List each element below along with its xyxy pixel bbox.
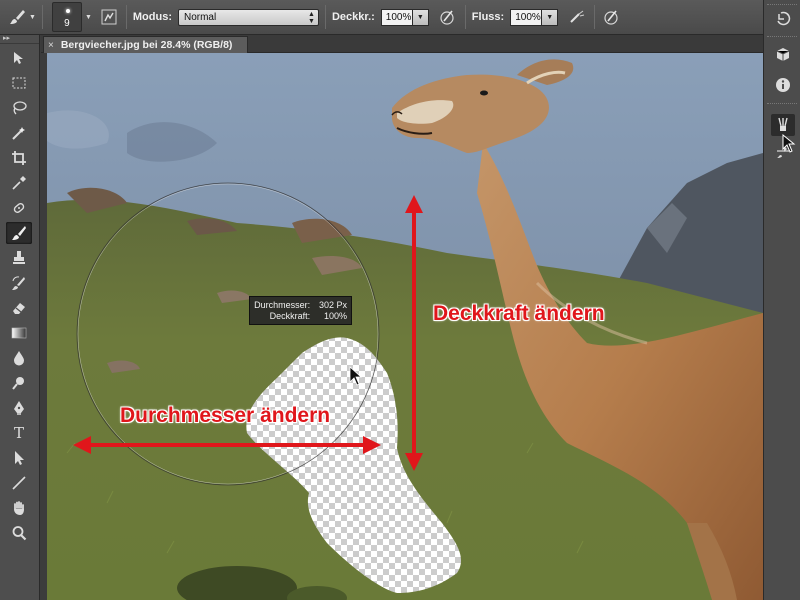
- history-brush-icon[interactable]: [6, 272, 32, 294]
- brush-panel-icon[interactable]: [771, 114, 795, 136]
- separator: [41, 5, 43, 29]
- separator: [125, 5, 127, 29]
- hud-opacity-value: 100%: [323, 311, 347, 321]
- brush-picker-arrow-icon[interactable]: ▼: [85, 14, 92, 21]
- mode-select[interactable]: Normal ▲ ▼: [177, 8, 319, 26]
- opacity-label: Deckkr.:: [331, 11, 375, 23]
- clone-stamp-icon[interactable]: [6, 247, 32, 269]
- brush-hud-tooltip: Durchmesser: 302 Px Deckkraft: 100%: [249, 296, 352, 325]
- dodge-tool-icon[interactable]: [6, 372, 32, 394]
- flow-label: Fluss:: [471, 11, 505, 23]
- line-tool-icon[interactable]: [6, 472, 32, 494]
- magic-wand-icon[interactable]: [6, 122, 32, 144]
- dock-grip[interactable]: [767, 36, 797, 40]
- flow-input[interactable]: 100%: [510, 8, 543, 26]
- separator: [464, 5, 466, 29]
- zoom-tool-icon[interactable]: [6, 522, 32, 544]
- pen-tool-icon[interactable]: [6, 397, 32, 419]
- lasso-tool-icon[interactable]: [6, 97, 32, 119]
- brush-preset-picker[interactable]: 9: [51, 2, 82, 32]
- path-selection-icon[interactable]: [6, 447, 32, 469]
- toolbar-collapse-icon[interactable]: ▸▸: [0, 35, 39, 44]
- annotation-opacity-change: Deckkraft ändern: [433, 302, 605, 325]
- history-panel-icon[interactable]: [771, 8, 795, 30]
- mouse-pointer-icon: [782, 134, 796, 153]
- separator: [594, 5, 596, 29]
- brush-size-value: 9: [64, 18, 70, 29]
- blur-tool-icon[interactable]: [6, 347, 32, 369]
- options-bar: ▼ 9 ▼ Modus: Normal ▲ ▼ Deckkr.: 100% ▼ F…: [0, 0, 800, 35]
- close-tab-icon[interactable]: ×: [48, 40, 54, 51]
- mode-select-value: Normal: [183, 11, 217, 23]
- hand-tool-icon[interactable]: [6, 497, 32, 519]
- info-panel-icon[interactable]: [771, 74, 795, 96]
- gradient-tool-icon[interactable]: [6, 322, 32, 344]
- separator: [324, 5, 326, 29]
- marquee-tool-icon[interactable]: [6, 72, 32, 94]
- healing-brush-icon[interactable]: [6, 197, 32, 219]
- type-tool-glyph: T: [13, 424, 24, 442]
- document-tab-title: Bergviecher.jpg bei 28.4% (RGB/8): [60, 39, 233, 51]
- eyedropper-icon[interactable]: [6, 172, 32, 194]
- airbrush-icon[interactable]: [566, 6, 588, 28]
- pressure-size-icon[interactable]: [601, 6, 623, 28]
- document-tab[interactable]: × Bergviecher.jpg bei 28.4% (RGB/8): [43, 36, 248, 53]
- canvas-image: [47, 53, 763, 600]
- crop-tool-icon[interactable]: [6, 147, 32, 169]
- hud-diameter-label: Durchmesser:: [254, 300, 311, 310]
- preset-dropdown-arrow-icon[interactable]: ▼: [29, 14, 36, 21]
- hud-opacity-label: Deckkraft:: [269, 311, 311, 321]
- opacity-input[interactable]: 100%: [380, 8, 413, 26]
- mode-label: Modus:: [132, 11, 172, 23]
- dock-grip[interactable]: [767, 103, 797, 107]
- move-tool-icon[interactable]: [6, 47, 32, 69]
- eraser-icon[interactable]: [6, 297, 32, 319]
- select-arrows-icon: ▲ ▼: [308, 10, 315, 25]
- type-tool-icon[interactable]: T: [6, 422, 32, 444]
- brush-tool-icon[interactable]: [6, 222, 32, 244]
- tools-panel: ▸▸ T: [0, 35, 40, 600]
- pressure-opacity-icon[interactable]: [437, 6, 459, 28]
- image-canvas[interactable]: [47, 53, 763, 600]
- right-panel-dock: [763, 0, 800, 600]
- hud-diameter-value: 302 Px: [318, 300, 347, 310]
- photoshop-window: ▼ 9 ▼ Modus: Normal ▲ ▼ Deckkr.: 100% ▼ F…: [0, 0, 800, 600]
- brush-tool-preset-icon[interactable]: [6, 6, 28, 28]
- brush-panel-toggle-icon[interactable]: [98, 6, 120, 28]
- flow-dropdown-icon[interactable]: ▼: [542, 8, 559, 26]
- annotation-diameter-change: Durchmesser ändern: [120, 404, 331, 427]
- document-tab-bar: × Bergviecher.jpg bei 28.4% (RGB/8): [41, 35, 763, 53]
- opacity-dropdown-icon[interactable]: ▼: [412, 8, 429, 26]
- brush-tip-icon: [65, 9, 70, 13]
- 3d-cube-icon[interactable]: [771, 44, 795, 66]
